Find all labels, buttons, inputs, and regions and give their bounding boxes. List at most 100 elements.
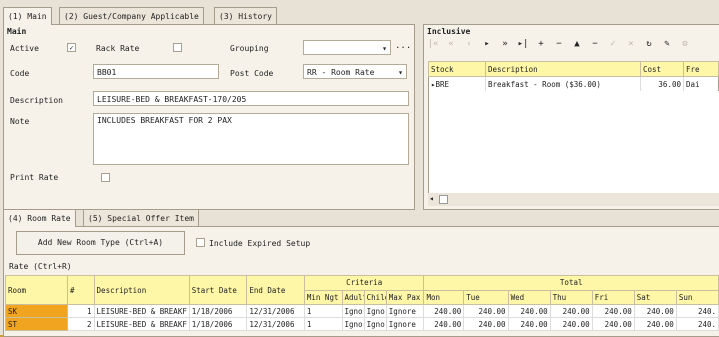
col-cost[interactable]: Cost [640, 61, 684, 77]
col-stock[interactable]: Stock [428, 61, 486, 77]
refresh-icon[interactable]: − [588, 39, 602, 49]
inclusive-grid: Stock Description Cost Fre ▸BRE Breakfas… [428, 61, 719, 92]
col-freq[interactable]: Fre [683, 61, 719, 77]
tab-guest-company[interactable]: (2) Guest/Company Applicable [59, 7, 204, 25]
prev-record-icon[interactable]: ‹ [462, 39, 476, 49]
cell-min-ngt: 1 [303, 304, 343, 318]
rate-title: Rate (Ctrl+R) [9, 262, 72, 271]
last-record-icon[interactable]: ▸| [516, 39, 530, 49]
rate-grid-header-row1: Room # Description Start Date End Date C… [5, 275, 719, 305]
post-code-value: RR - Room Rate [307, 68, 375, 77]
cancel-edit-icon[interactable]: ✕ [624, 39, 638, 49]
filter-icon[interactable]: ⚙ [678, 39, 692, 49]
print-rate-checkbox[interactable] [101, 173, 110, 182]
description-label: Description [10, 96, 63, 105]
cell-end-date: 12/31/2006 [246, 317, 305, 331]
reload-icon[interactable]: ↻ [642, 39, 656, 49]
include-expired-label: Include Expired Setup [209, 239, 311, 248]
active-label: Active [10, 44, 39, 53]
table-row[interactable]: ▸BRE Breakfast - Room ($36.00) 36.00 Dai [428, 76, 719, 92]
code-input[interactable]: BB01 [93, 64, 219, 79]
col-start-date[interactable]: Start Date [188, 275, 248, 305]
cell-fri: 240.00 [591, 304, 635, 318]
scroll-left-icon[interactable]: ◂ [429, 194, 434, 203]
cell-cost: 36.00 [640, 76, 684, 92]
edit-icon[interactable]: ✎ [660, 39, 674, 49]
add-room-type-button[interactable]: Add New Room Type (Ctrl+A) [16, 231, 185, 255]
post-code-select[interactable]: RR - Room Rate ▾ [303, 64, 407, 79]
grouping-select[interactable]: ▾ [303, 40, 391, 55]
col-min-ngt[interactable]: Min Ngt [303, 289, 343, 305]
cell-thu: 240.00 [549, 304, 593, 318]
add-icon[interactable]: + [534, 39, 548, 49]
col-wed[interactable]: Wed [507, 289, 551, 305]
col-max-pax[interactable]: Max Pax [385, 289, 425, 305]
cell-thu: 240.00 [549, 317, 593, 331]
next-record-icon[interactable]: ▸ [480, 39, 494, 49]
cell-min-ngt: 1 [303, 317, 343, 331]
cell-end-date: 12/31/2006 [246, 304, 305, 318]
cell-adult: Ignor [341, 317, 365, 331]
cell-room: SK [5, 304, 68, 318]
cell-max-pax: Ignore [385, 317, 425, 331]
col-tue[interactable]: Tue [463, 289, 509, 305]
tab-history[interactable]: (3) History [214, 7, 277, 25]
col-sat[interactable]: Sat [633, 289, 677, 305]
note-label: Note [10, 117, 30, 126]
cell-fri: 240.00 [591, 317, 635, 331]
cell-tue: 240.00 [463, 304, 509, 318]
tab-room-rate[interactable]: (4) Room Rate [3, 209, 76, 227]
cell-num: 2 [66, 317, 95, 331]
col-room[interactable]: Room [5, 275, 68, 305]
cell-wed: 240.00 [507, 304, 551, 318]
col-adult[interactable]: Adult [341, 289, 365, 305]
col-fri[interactable]: Fri [591, 289, 635, 305]
prev-page-icon[interactable]: « [444, 39, 458, 49]
cell-sun: 240. [675, 304, 719, 318]
tab-special-offer[interactable]: (5) Special Offer Item [83, 209, 199, 227]
col-thu[interactable]: Thu [549, 289, 593, 305]
col-description[interactable]: Description [93, 275, 190, 305]
inclusive-scrollbar[interactable]: ◂ [428, 193, 719, 206]
grouping-label: Grouping [230, 44, 269, 53]
col-sun[interactable]: Sun [675, 289, 719, 305]
cell-description: LEISURE-BED & BREAKF [93, 317, 190, 331]
table-row[interactable]: SK 1 LEISURE-BED & BREAKF 1/18/2006 12/3… [5, 304, 719, 318]
col-child[interactable]: Child [363, 289, 387, 305]
col-description[interactable]: Description [485, 61, 641, 77]
active-checkbox[interactable]: ✓ [67, 43, 76, 52]
rate-grid: Room # Description Start Date End Date C… [5, 275, 719, 331]
grouping-ellipsis-button[interactable]: ... [395, 41, 411, 55]
cell-freq: Dai [686, 79, 700, 89]
post-edit-icon[interactable]: ✓ [606, 39, 620, 49]
tab-main[interactable]: (1) Main [3, 7, 52, 25]
include-expired-checkbox[interactable] [196, 238, 205, 247]
col-total: Total [423, 275, 719, 291]
cell-sat: 240.00 [633, 304, 677, 318]
col-end-date[interactable]: End Date [246, 275, 305, 305]
print-rate-label: Print Rate [10, 173, 59, 182]
chevron-down-icon: ▾ [398, 68, 403, 77]
scroll-thumb[interactable] [439, 195, 448, 204]
cell-mon: 240.00 [423, 304, 465, 318]
inclusive-grid-header: Stock Description Cost Fre [428, 61, 719, 77]
table-row[interactable]: ST 2 LEISURE-BED & BREAKF 1/18/2006 12/3… [5, 317, 719, 331]
next-page-icon[interactable]: » [498, 39, 512, 49]
post-code-label: Post Code [230, 69, 274, 78]
rack-rate-checkbox[interactable] [173, 43, 182, 52]
move-up-icon[interactable]: ▲ [570, 39, 584, 49]
col-criteria: Criteria [303, 275, 425, 291]
description-input[interactable]: LEISURE-BED & BREAKFAST-170/205 [93, 91, 409, 106]
cell-description: Breakfast - Room ($36.00) [485, 76, 641, 92]
remove-icon[interactable]: − [552, 39, 566, 49]
note-textarea[interactable]: INCLUDES BREAKFAST FOR 2 PAX [93, 113, 409, 165]
rack-rate-label: Rack Rate [96, 44, 140, 53]
first-record-icon[interactable]: |« [426, 39, 440, 49]
inclusive-grid-body [428, 91, 719, 194]
cell-wed: 240.00 [507, 317, 551, 331]
col-num[interactable]: # [66, 275, 95, 305]
cell-num: 1 [66, 304, 95, 318]
col-mon[interactable]: Mon [423, 289, 465, 305]
rate-setup-window: (1) Main (2) Guest/Company Applicable (3… [0, 0, 719, 337]
chevron-down-icon: ▾ [382, 44, 387, 53]
